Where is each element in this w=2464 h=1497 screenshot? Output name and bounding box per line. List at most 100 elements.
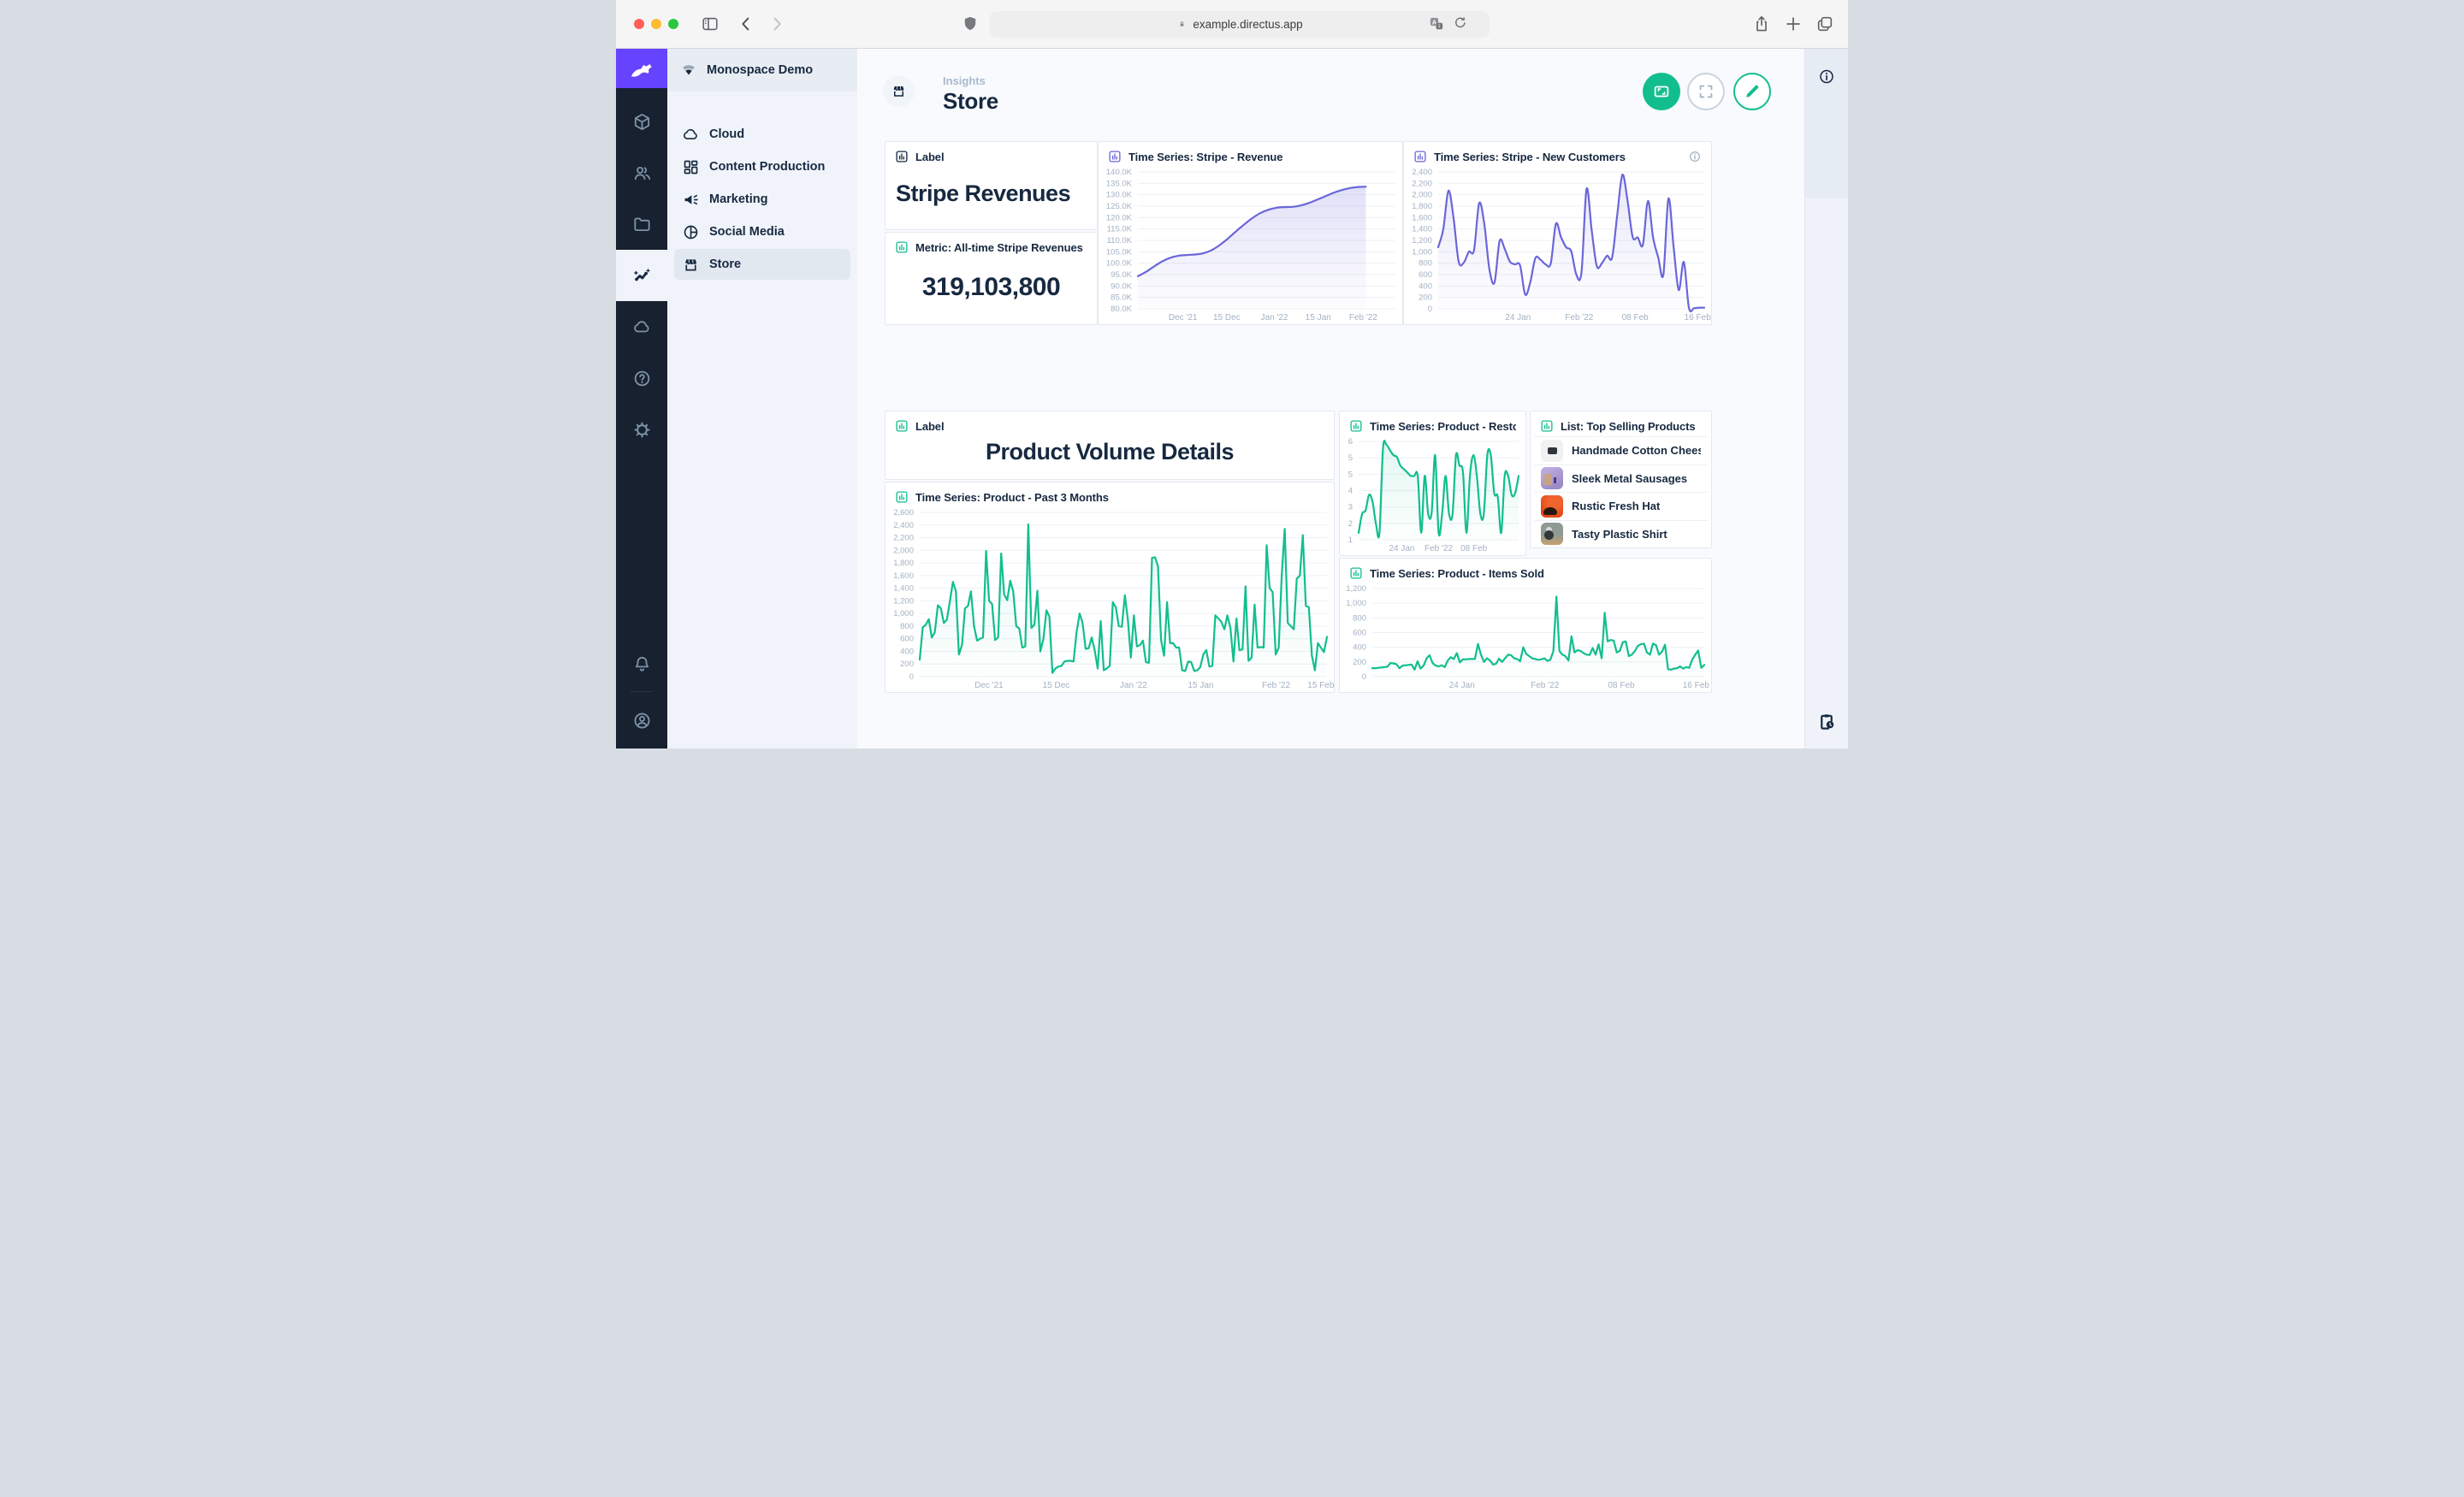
restocks-chart: 655432124 JanFeb '2208 Feb [1340,436,1525,555]
svg-text:24 Jan: 24 Jan [1389,544,1414,553]
list-item[interactable]: Rustic Fresh Hat [1534,492,1708,520]
svg-text:5: 5 [1348,453,1353,463]
translate-icon[interactable] [1428,15,1445,33]
dashboard-list: Cloud Content Production Marketing Socia… [667,92,857,281]
sidebar-item-store[interactable]: Store [674,249,850,280]
panel-header-label: Label [915,420,944,433]
panel-metric-revenues: Metric: All-time Stripe Revenues 319,103… [885,232,1098,325]
rabbit-icon [627,57,656,80]
sidebar-item-label: Marketing [709,192,768,206]
close-window-button[interactable] [634,19,644,29]
svg-text:Dec '21: Dec '21 [974,681,1004,690]
privacy-shield-icon[interactable] [961,15,980,33]
panel-label-product: Label Product Volume Details [885,411,1335,480]
panel-header-label: Time Series: Stripe - New Customers [1434,151,1626,163]
sidebar-item-label: Social Media [709,225,785,239]
svg-text:Feb '22: Feb '22 [1424,544,1453,553]
notifications-button[interactable] [616,643,667,684]
info-sidebar-icon[interactable] [1818,68,1836,86]
sidebar-item-cloud[interactable]: Cloud [674,119,850,150]
page-icon-circle [883,75,915,107]
forward-icon[interactable] [767,15,786,33]
svg-text:90.0K: 90.0K [1111,281,1132,291]
new-tab-icon[interactable] [1784,15,1803,33]
panel-stripe-revenue: Time Series: Stripe - Revenue 140.0K135.… [1098,141,1403,325]
nav-sidebar: Monospace Demo Cloud Content Production … [667,49,857,748]
sidebar-item-marketing[interactable]: Marketing [674,184,850,215]
module-bar-bottom [616,643,667,748]
svg-text:2,200: 2,200 [893,534,914,543]
svg-text:Jan '22: Jan '22 [1120,681,1147,690]
module-insights[interactable] [616,250,667,301]
svg-text:130.0K: 130.0K [1106,191,1133,200]
address-bar[interactable]: example.directus.app [990,11,1490,38]
reload-icon[interactable] [1452,15,1469,33]
module-content[interactable] [616,96,667,147]
chart-panel-icon [895,490,909,504]
svg-text:1,400: 1,400 [893,584,914,594]
svg-text:24 Jan: 24 Jan [1505,313,1531,322]
svg-text:115.0K: 115.0K [1107,225,1133,234]
svg-text:24 Jan: 24 Jan [1449,681,1475,690]
insights-sparkle-icon [632,266,652,286]
lock-icon [1176,19,1188,30]
svg-text:800: 800 [900,622,914,631]
svg-text:600: 600 [900,635,914,644]
svg-text:1,200: 1,200 [1412,236,1432,246]
main-content: Insights Store Label Stripe Revenues Met… [857,49,1804,748]
panel-header-label: Time Series: Product - Items Sold [1370,567,1544,580]
panel-top-selling-products: List: Top Selling Products Handmade Cott… [1530,411,1712,548]
info-icon[interactable] [1688,150,1702,163]
svg-text:5: 5 [1348,470,1353,479]
cube-icon [632,112,652,132]
list-item[interactable]: Tasty Plastic Shirt [1534,520,1708,548]
edit-dashboard-button[interactable] [1733,73,1771,110]
tab-overview-icon[interactable] [1815,15,1834,33]
module-users[interactable] [616,147,667,198]
module-files[interactable] [616,198,667,250]
svg-text:4: 4 [1348,487,1353,496]
user-avatar-icon [632,711,652,731]
directus-logo[interactable] [616,49,667,88]
pie-chart-icon [682,223,700,241]
activity-clipboard-icon[interactable] [1817,712,1837,731]
svg-text:2,400: 2,400 [893,521,914,530]
panel-new-customers: Time Series: Stripe - New Customers 2,40… [1403,141,1712,325]
zoom-to-fit-button[interactable] [1643,73,1680,110]
svg-text:120.0K: 120.0K [1106,213,1133,222]
screen: example.directus.app [616,0,1848,748]
module-cloud[interactable] [616,301,667,352]
list-item[interactable]: Handmade Cotton Cheese [1534,436,1708,464]
chart-panel-icon [895,240,909,254]
share-icon[interactable] [1752,15,1771,33]
minimize-window-button[interactable] [651,19,661,29]
zoom-window-button[interactable] [668,19,678,29]
sidebar-item-content-production[interactable]: Content Production [674,151,850,182]
breadcrumb[interactable]: Insights [943,74,986,87]
past-3-months-chart: 2,6002,4002,2002,0001,8001,6001,4001,200… [886,507,1334,692]
project-header[interactable]: Monospace Demo [667,49,857,92]
cloud-icon [682,126,700,144]
folder-icon [632,215,652,234]
stripe-revenue-chart: 140.0K135.0K130.0K125.0K120.0K115.0K110.… [1099,167,1402,324]
user-menu-button[interactable] [616,699,667,742]
list-item[interactable]: Sleek Metal Sausages [1534,464,1708,493]
svg-text:Feb '22: Feb '22 [1262,681,1290,690]
sidebar-item-social-media[interactable]: Social Media [674,216,850,247]
svg-text:3: 3 [1348,503,1353,512]
fullscreen-button[interactable] [1687,73,1725,110]
svg-text:600: 600 [1353,629,1366,638]
help-icon [632,369,652,388]
product-name: Tasty Plastic Shirt [1572,528,1667,541]
module-help[interactable] [616,352,667,404]
module-settings[interactable] [616,404,667,455]
svg-text:1,000: 1,000 [1346,599,1366,608]
svg-text:800: 800 [1419,259,1432,269]
svg-text:0: 0 [1362,672,1366,682]
product-thumbnail [1541,523,1563,545]
sidebar-toggle-icon[interactable] [701,15,720,33]
label-text: Product Volume Details [886,436,1334,479]
svg-text:16 Feb: 16 Feb [1685,313,1711,322]
back-icon[interactable] [737,15,755,33]
svg-text:1,400: 1,400 [1412,225,1432,234]
